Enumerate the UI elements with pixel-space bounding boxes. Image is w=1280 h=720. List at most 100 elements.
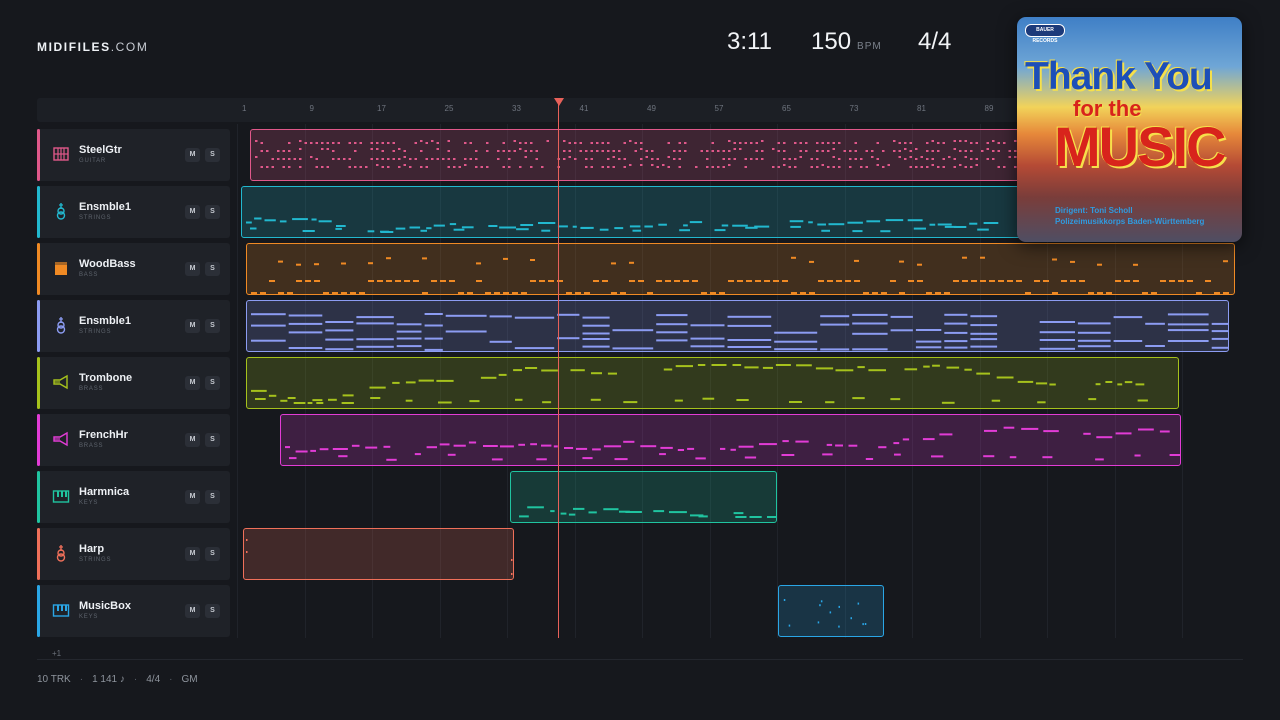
track-header[interactable]: SteelGtr GUITAR M S bbox=[37, 129, 230, 181]
playhead[interactable] bbox=[558, 98, 559, 638]
track-header[interactable]: FrenchHr BRASS M S bbox=[37, 414, 230, 466]
mute-button[interactable]: M bbox=[185, 148, 200, 162]
midi-note bbox=[690, 345, 725, 348]
midi-note bbox=[640, 158, 643, 160]
midi-region[interactable] bbox=[246, 357, 1179, 409]
midi-note bbox=[799, 156, 802, 158]
midi-note bbox=[678, 150, 681, 152]
track-header[interactable]: MusicBox KEYS M S bbox=[37, 585, 230, 637]
midi-region[interactable] bbox=[510, 471, 777, 523]
midi-note bbox=[593, 280, 599, 282]
midi-region[interactable] bbox=[778, 585, 884, 637]
solo-button[interactable]: S bbox=[205, 547, 220, 561]
midi-note bbox=[986, 142, 989, 144]
track-header[interactable]: Harp STRINGS M S bbox=[37, 528, 230, 580]
midi-note bbox=[854, 259, 859, 262]
brand-logo: MIDIFILES.COM bbox=[37, 40, 148, 54]
midi-note bbox=[863, 292, 869, 294]
mute-button[interactable]: M bbox=[185, 433, 200, 447]
midi-note bbox=[983, 455, 995, 458]
midi-region[interactable] bbox=[280, 414, 1181, 466]
midi-note bbox=[838, 166, 841, 168]
mute-button[interactable]: M bbox=[185, 490, 200, 504]
midi-note bbox=[453, 166, 456, 168]
ruler-tick-label: 41 bbox=[579, 104, 589, 113]
midi-note bbox=[819, 604, 821, 607]
midi-note bbox=[970, 142, 973, 144]
midi-note bbox=[944, 292, 950, 294]
solo-button[interactable]: S bbox=[205, 205, 220, 219]
track-header[interactable]: Harmnica KEYS M S bbox=[37, 471, 230, 523]
midi-note bbox=[909, 150, 912, 152]
solo-button[interactable]: S bbox=[205, 148, 220, 162]
midi-note bbox=[959, 164, 962, 166]
midi-note bbox=[845, 280, 851, 282]
mute-button[interactable]: M bbox=[185, 376, 200, 390]
midi-note bbox=[816, 166, 819, 168]
midi-note bbox=[601, 166, 604, 168]
midi-note bbox=[728, 158, 731, 160]
solo-button[interactable]: S bbox=[205, 262, 220, 276]
midi-note bbox=[970, 166, 973, 168]
midi-note bbox=[445, 314, 487, 317]
mute-button[interactable]: M bbox=[185, 262, 200, 276]
solo-button[interactable]: S bbox=[205, 604, 220, 618]
midi-note bbox=[539, 280, 545, 282]
midi-note bbox=[321, 166, 324, 168]
midi-note bbox=[418, 379, 434, 382]
midi-note bbox=[964, 368, 972, 371]
mute-button[interactable]: M bbox=[185, 604, 200, 618]
midi-note bbox=[377, 280, 383, 282]
midi-note bbox=[656, 280, 662, 282]
track-header[interactable]: Ensmble1 STRINGS M S bbox=[37, 186, 230, 238]
midi-region[interactable] bbox=[246, 300, 1229, 352]
midi-note bbox=[1167, 340, 1209, 342]
midi-note bbox=[926, 142, 929, 144]
solo-button[interactable]: S bbox=[205, 433, 220, 447]
midi-note bbox=[383, 445, 391, 448]
solo-button[interactable]: S bbox=[205, 319, 220, 333]
solo-button[interactable]: S bbox=[205, 490, 220, 504]
midi-note bbox=[640, 148, 643, 150]
midi-region[interactable] bbox=[243, 528, 514, 580]
midi-note bbox=[674, 399, 683, 402]
midi-note bbox=[695, 457, 706, 460]
midi-region[interactable] bbox=[246, 243, 1235, 295]
midi-note bbox=[909, 156, 912, 158]
midi-note bbox=[893, 442, 900, 445]
midi-note bbox=[420, 140, 423, 142]
more-tracks-indicator[interactable]: +1 bbox=[52, 649, 61, 658]
track-header[interactable]: WoodBass BASS M S bbox=[37, 243, 230, 295]
midi-note bbox=[436, 158, 439, 160]
midi-note bbox=[568, 513, 576, 516]
footer-note-count: 1 141 ♪ bbox=[92, 674, 125, 685]
midi-note bbox=[673, 150, 676, 152]
midi-note bbox=[381, 166, 384, 168]
brand-name: MIDIFILES bbox=[37, 40, 111, 54]
midi-note bbox=[619, 510, 630, 513]
midi-note bbox=[288, 150, 291, 152]
midi-note bbox=[469, 158, 472, 160]
horn-icon bbox=[52, 430, 70, 448]
solo-button[interactable]: S bbox=[205, 376, 220, 390]
midi-note bbox=[667, 166, 670, 168]
playhead-handle[interactable] bbox=[554, 98, 564, 106]
mute-button[interactable]: M bbox=[185, 547, 200, 561]
midi-note bbox=[568, 142, 571, 144]
midi-note bbox=[381, 158, 384, 160]
midi-note bbox=[359, 166, 362, 168]
mute-button[interactable]: M bbox=[185, 319, 200, 333]
midi-note bbox=[876, 142, 879, 144]
midi-note bbox=[519, 515, 529, 518]
track-header[interactable]: Ensmble1 STRINGS M S bbox=[37, 300, 230, 352]
midi-note bbox=[634, 150, 637, 152]
midi-note bbox=[354, 142, 357, 144]
track-header[interactable]: Trombone BRASS M S bbox=[37, 357, 230, 409]
midi-note bbox=[592, 448, 601, 451]
mute-button[interactable]: M bbox=[185, 205, 200, 219]
midi-note bbox=[289, 457, 297, 460]
midi-note bbox=[386, 458, 397, 461]
midi-note bbox=[728, 164, 731, 166]
ruler-tick-label: 49 bbox=[647, 104, 656, 113]
midi-note bbox=[580, 227, 590, 229]
